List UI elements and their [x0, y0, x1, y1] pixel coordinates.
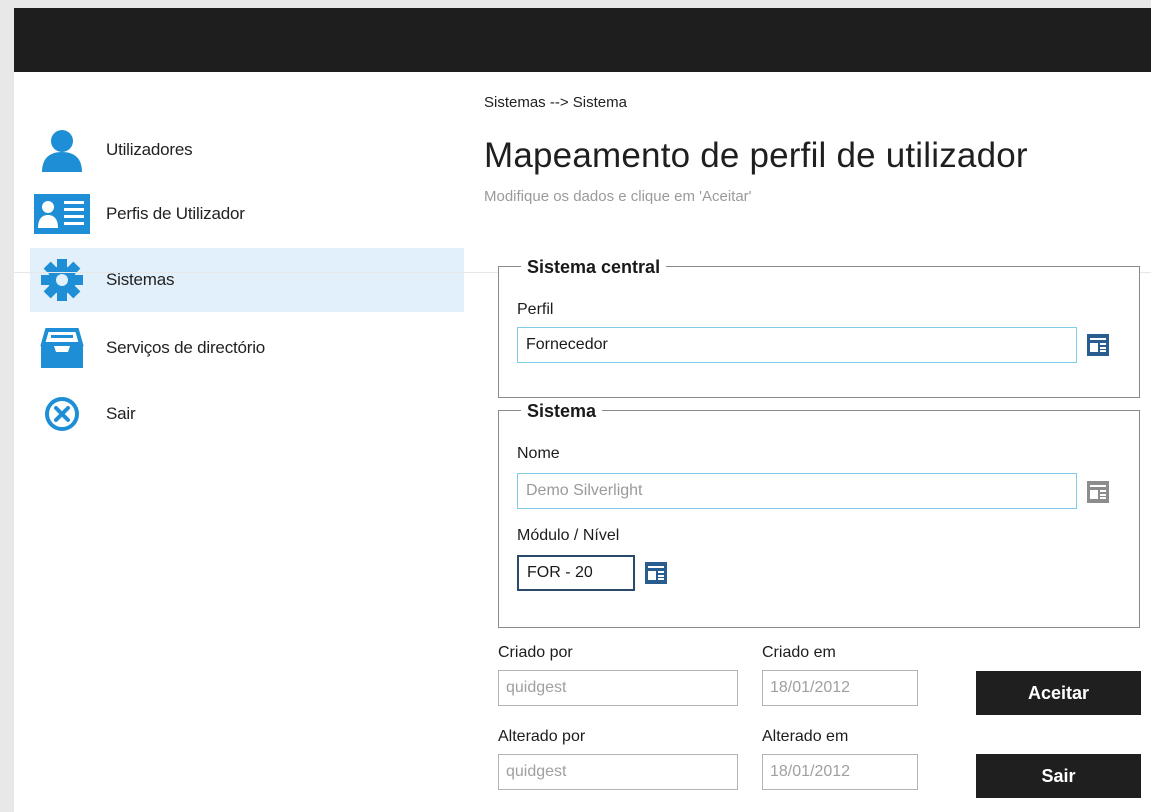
close-circle-icon: [32, 389, 92, 439]
gear-icon: [32, 255, 92, 305]
app-window: Utilizadores Perfis de Utilizador Sistem…: [14, 72, 1151, 812]
criado-por-field: quidgest: [498, 670, 738, 706]
profile-card-icon: [32, 189, 92, 239]
perfil-picker-icon[interactable]: [1087, 334, 1109, 356]
sidebar: Utilizadores Perfis de Utilizador Sistem…: [14, 72, 464, 812]
sidebar-item-servicos[interactable]: Serviços de directório: [30, 316, 464, 380]
sidebar-item-label: Perfis de Utilizador: [106, 204, 245, 223]
sidebar-item-utilizadores[interactable]: Utilizadores: [30, 118, 464, 182]
sidebar-item-label: Serviços de directório: [106, 338, 266, 357]
exit-button[interactable]: Sair: [976, 754, 1141, 798]
criado-em-field: 18/01/2012: [762, 670, 918, 706]
sistema-group: Sistema Nome Demo Silverlight Módulo / N…: [498, 400, 1140, 628]
sistema-legend: Sistema: [521, 400, 603, 422]
page-title: Mapeamento de perfil de utilizador: [484, 136, 1028, 175]
inbox-tray-icon: [32, 323, 92, 373]
sidebar-item-label: Utilizadores: [106, 140, 193, 159]
criado-em-label: Criado em: [762, 644, 836, 661]
page-subtitle: Modifique os dados e clique em 'Aceitar': [484, 188, 752, 205]
sidebar-item-sistemas[interactable]: Sistemas: [30, 248, 464, 312]
accept-button[interactable]: Aceitar: [976, 671, 1141, 715]
modulo-label: Módulo / Nível: [517, 527, 620, 544]
alterado-por-label: Alterado por: [498, 728, 586, 745]
sidebar-item-label: Sair: [106, 404, 136, 423]
sidebar-item-perfis[interactable]: Perfis de Utilizador: [30, 182, 464, 246]
nome-field[interactable]: Demo Silverlight: [517, 473, 1077, 509]
sistema-central-group: Sistema central Perfil Fornecedor: [498, 256, 1140, 398]
top-bar: [14, 8, 1151, 72]
perfil-label: Perfil: [517, 301, 554, 318]
nome-picker-icon[interactable]: [1087, 481, 1109, 503]
alterado-por-field: quidgest: [498, 754, 738, 790]
breadcrumb: Sistemas --> Sistema: [484, 94, 627, 111]
alterado-em-field: 18/01/2012: [762, 754, 918, 790]
nome-label: Nome: [517, 445, 560, 462]
user-icon: [32, 125, 92, 175]
modulo-field[interactable]: FOR - 20: [517, 555, 635, 591]
modulo-picker-icon[interactable]: [645, 562, 667, 584]
sistema-central-legend: Sistema central: [521, 256, 667, 278]
criado-por-label: Criado por: [498, 644, 573, 661]
sidebar-item-label: Sistemas: [106, 270, 175, 289]
alterado-em-label: Alterado em: [762, 728, 849, 745]
sidebar-item-sair[interactable]: Sair: [30, 382, 464, 446]
perfil-field[interactable]: Fornecedor: [517, 327, 1077, 363]
